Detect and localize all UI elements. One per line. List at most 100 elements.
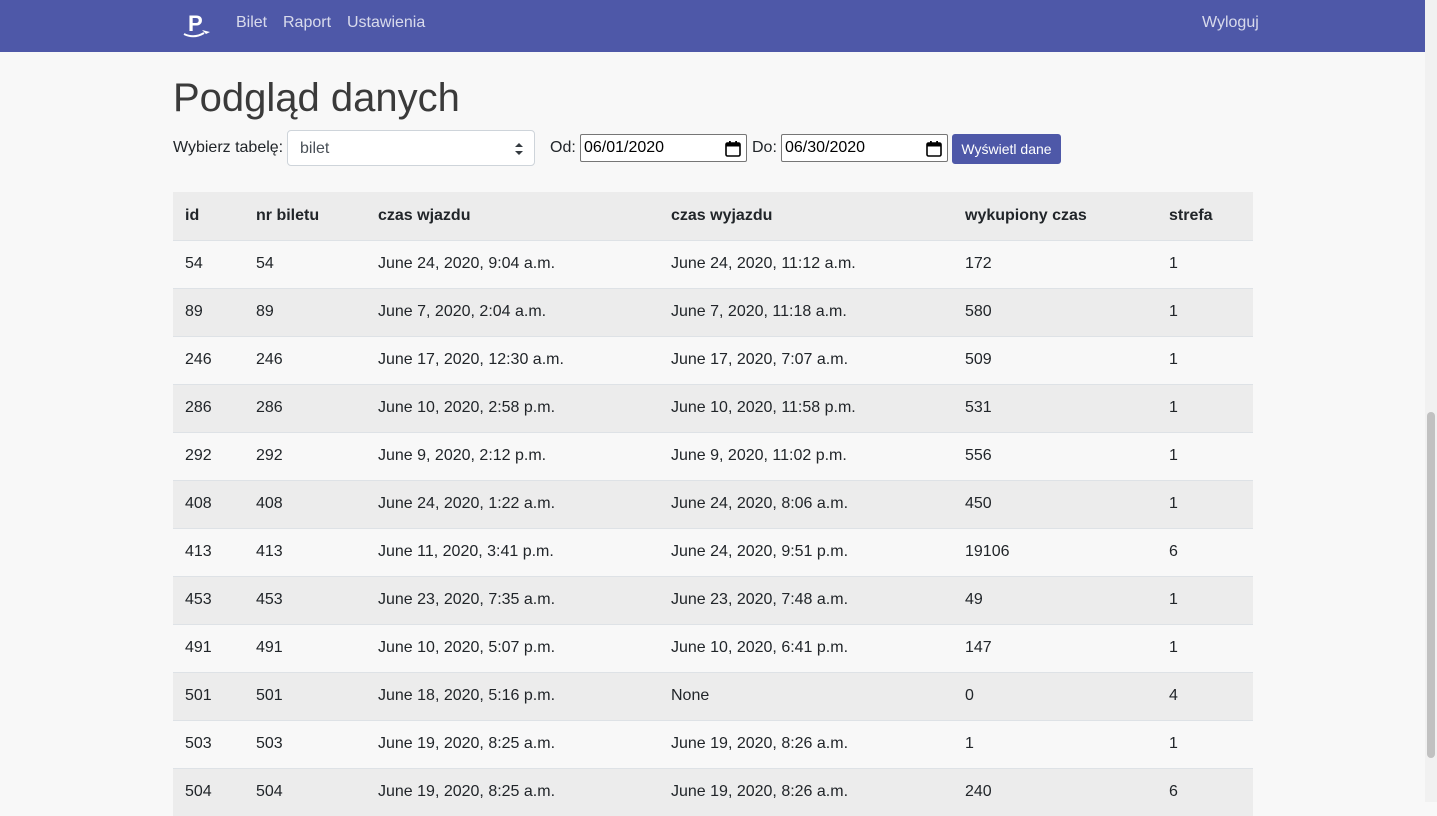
cell-exit-time: None	[659, 671, 953, 720]
cell-id: 453	[173, 575, 244, 624]
show-data-button[interactable]: Wyświetl dane	[952, 134, 1061, 164]
cell-zone: 1	[1157, 431, 1253, 480]
calendar-icon[interactable]	[926, 140, 942, 157]
cell-exit-time: June 10, 2020, 11:58 p.m.	[659, 383, 953, 432]
table-row: 413 413 June 11, 2020, 3:41 p.m. June 24, 2…	[173, 527, 1253, 576]
column-header-zone: strefa	[1157, 192, 1253, 241]
cell-exit-time: June 10, 2020, 6:41 p.m.	[659, 623, 953, 672]
cell-ticket-number: 503	[244, 719, 366, 768]
select-updown-icon	[515, 143, 523, 155]
cell-entry-time: June 11, 2020, 3:41 p.m.	[366, 527, 659, 576]
table-row: 246 246 June 17, 2020, 12:30 a.m. June 17, …	[173, 335, 1253, 384]
cell-paid-time: 0	[953, 671, 1157, 720]
cell-id: 54	[173, 239, 244, 288]
cell-id: 503	[173, 719, 244, 768]
table-select[interactable]: bilet	[287, 130, 535, 166]
cell-entry-time: June 24, 2020, 1:22 a.m.	[366, 479, 659, 528]
logout-link[interactable]: Wyloguj	[1202, 14, 1259, 32]
cell-id: 408	[173, 479, 244, 528]
cell-zone: 1	[1157, 479, 1253, 528]
cell-id: 504	[173, 767, 244, 816]
cell-zone: 1	[1157, 575, 1253, 624]
cell-exit-time: June 19, 2020, 8:26 a.m.	[659, 719, 953, 768]
cell-paid-time: 509	[953, 335, 1157, 384]
cell-paid-time: 147	[953, 623, 1157, 672]
cell-entry-time: June 24, 2020, 9:04 a.m.	[366, 239, 659, 288]
date-to-label: Do:	[752, 139, 777, 156]
table-row: 408 408 June 24, 2020, 1:22 a.m. June 24, 2…	[173, 479, 1253, 528]
cell-paid-time: 580	[953, 287, 1157, 336]
cell-exit-time: June 24, 2020, 9:51 p.m.	[659, 527, 953, 576]
date-from-label: Od:	[550, 139, 576, 156]
cell-exit-time: June 24, 2020, 11:12 a.m.	[659, 239, 953, 288]
table-row: 504 504 June 19, 2020, 8:25 a.m. June 19, 2…	[173, 767, 1253, 816]
cell-entry-time: June 10, 2020, 5:07 p.m.	[366, 623, 659, 672]
cell-ticket-number: 89	[244, 287, 366, 336]
table-row: 286 286 June 10, 2020, 2:58 p.m. June 10, 2…	[173, 383, 1253, 432]
parking-plane-logo-icon[interactable]: P	[182, 10, 212, 40]
nav-link-raport[interactable]: Raport	[283, 14, 331, 32]
cell-ticket-number: 501	[244, 671, 366, 720]
cell-zone: 1	[1157, 287, 1253, 336]
cell-id: 286	[173, 383, 244, 432]
cell-zone: 1	[1157, 623, 1253, 672]
cell-paid-time: 49	[953, 575, 1157, 624]
cell-exit-time: June 19, 2020, 8:26 a.m.	[659, 767, 953, 816]
column-header-paid-time: wykupiony czas	[953, 192, 1157, 241]
cell-entry-time: June 17, 2020, 12:30 a.m.	[366, 335, 659, 384]
page-title: Podgląd danych	[173, 76, 460, 120]
cell-entry-time: June 19, 2020, 8:25 a.m.	[366, 719, 659, 768]
svg-text:P: P	[188, 11, 203, 36]
date-from-value: 06/01/2020	[584, 139, 665, 156]
table-row: 292 292 June 9, 2020, 2:12 p.m. June 9, 202…	[173, 431, 1253, 480]
table-row: 453 453 June 23, 2020, 7:35 a.m. June 23, 2…	[173, 575, 1253, 624]
cell-ticket-number: 491	[244, 623, 366, 672]
cell-zone: 1	[1157, 335, 1253, 384]
table-header-row: id nr biletu czas wjazdu czas wyjazdu wy…	[173, 192, 1253, 241]
cell-zone: 1	[1157, 383, 1253, 432]
nav-link-bilet[interactable]: Bilet	[236, 14, 267, 32]
date-to-value: 06/30/2020	[785, 139, 866, 156]
top-navbar: P Bilet Raport Ustawienia Wyloguj	[0, 0, 1425, 52]
table-row: 503 503 June 19, 2020, 8:25 a.m. June 19, 2…	[173, 719, 1253, 768]
cell-entry-time: June 10, 2020, 2:58 p.m.	[366, 383, 659, 432]
cell-exit-time: June 9, 2020, 11:02 p.m.	[659, 431, 953, 480]
table-row: 501 501 June 18, 2020, 5:16 p.m. None 0 4	[173, 671, 1253, 720]
cell-zone: 4	[1157, 671, 1253, 720]
cell-entry-time: June 7, 2020, 2:04 a.m.	[366, 287, 659, 336]
cell-entry-time: June 23, 2020, 7:35 a.m.	[366, 575, 659, 624]
table-row: 54 54 June 24, 2020, 9:04 a.m. June 24, 202…	[173, 239, 1253, 288]
table-body: 54 54 June 24, 2020, 9:04 a.m. June 24, 202…	[173, 239, 1253, 816]
nav-link-ustawienia[interactable]: Ustawienia	[347, 14, 425, 32]
cell-ticket-number: 453	[244, 575, 366, 624]
cell-paid-time: 19106	[953, 527, 1157, 576]
column-header-ticket-number: nr biletu	[244, 192, 366, 241]
cell-id: 89	[173, 287, 244, 336]
cell-id: 491	[173, 623, 244, 672]
calendar-icon[interactable]	[725, 140, 741, 157]
cell-entry-time: June 19, 2020, 8:25 a.m.	[366, 767, 659, 816]
cell-paid-time: 172	[953, 239, 1157, 288]
cell-zone: 1	[1157, 239, 1253, 288]
table-row: 89 89 June 7, 2020, 2:04 a.m. June 7, 2020,…	[173, 287, 1253, 336]
table-select-label: Wybierz tabelę:	[173, 139, 284, 156]
cell-zone: 6	[1157, 527, 1253, 576]
cell-ticket-number: 54	[244, 239, 366, 288]
cell-id: 413	[173, 527, 244, 576]
cell-exit-time: June 24, 2020, 8:06 a.m.	[659, 479, 953, 528]
cell-paid-time: 531	[953, 383, 1157, 432]
cell-ticket-number: 413	[244, 527, 366, 576]
cell-paid-time: 450	[953, 479, 1157, 528]
cell-exit-time: June 17, 2020, 7:07 a.m.	[659, 335, 953, 384]
cell-zone: 1	[1157, 719, 1253, 768]
cell-entry-time: June 18, 2020, 5:16 p.m.	[366, 671, 659, 720]
cell-exit-time: June 7, 2020, 11:18 a.m.	[659, 287, 953, 336]
cell-id: 501	[173, 671, 244, 720]
scrollbar-thumb[interactable]	[1427, 412, 1435, 758]
column-header-exit-time: czas wyjazdu	[659, 192, 953, 241]
column-header-id: id	[173, 192, 244, 241]
date-to-input[interactable]: 06/30/2020	[781, 134, 948, 162]
cell-ticket-number: 504	[244, 767, 366, 816]
date-from-input[interactable]: 06/01/2020	[580, 134, 747, 162]
table-row: 491 491 June 10, 2020, 5:07 p.m. June 10, 2…	[173, 623, 1253, 672]
